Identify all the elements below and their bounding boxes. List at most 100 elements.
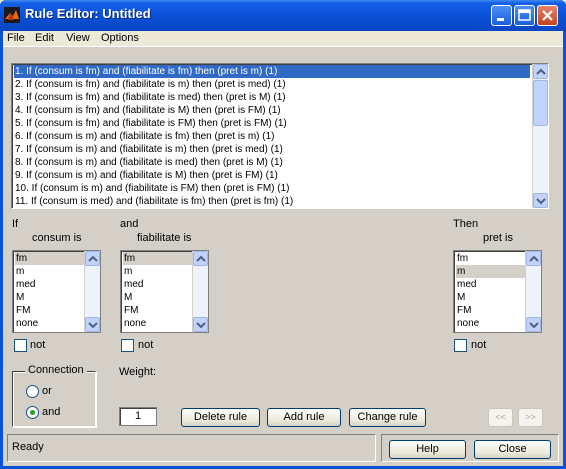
scroll-thumb[interactable] [533, 80, 548, 126]
chevron-down-icon [88, 322, 98, 329]
scroll-down-button[interactable] [85, 317, 100, 332]
list-item[interactable]: M [123, 291, 193, 304]
list-item[interactable]: m [15, 265, 85, 278]
weight-label: Weight: [119, 366, 157, 378]
chevron-down-icon [529, 322, 539, 329]
and-radio[interactable] [26, 406, 39, 419]
status-bar: Ready [7, 434, 376, 462]
close-window-button[interactable] [537, 5, 558, 26]
scroll-down-button[interactable] [526, 317, 541, 332]
scroll-up-button[interactable] [533, 64, 548, 79]
list-item[interactable]: none [123, 317, 193, 330]
fiabilitate-scrollbar[interactable] [192, 251, 208, 332]
and-label: and [120, 218, 139, 230]
menu-options[interactable]: Options [101, 32, 139, 44]
rules-scrollbar[interactable] [532, 64, 548, 208]
list-item[interactable]: m [456, 265, 526, 278]
rule-item[interactable]: 9. If (consum is m) and (fiabilitate is … [14, 169, 530, 182]
minimize-button[interactable] [491, 5, 512, 26]
maximize-icon [518, 9, 531, 21]
or-label: or [42, 385, 52, 397]
scroll-down-button[interactable] [533, 193, 548, 208]
list-item[interactable]: M [15, 291, 85, 304]
rule-item[interactable]: 3. If (consum is fm) and (fiabilitate is… [14, 91, 530, 104]
list-item[interactable]: med [456, 278, 526, 291]
rule-item[interactable]: 6. If (consum is m) and (fiabilitate is … [14, 130, 530, 143]
chevron-down-icon [196, 322, 206, 329]
previous-button[interactable]: << [488, 408, 513, 427]
then-label: Then [453, 218, 479, 230]
rule-item[interactable]: 8. If (consum is m) and (fiabilitate is … [14, 156, 530, 169]
menu-file[interactable]: File [7, 32, 25, 44]
pret-scrollbar[interactable] [525, 251, 541, 332]
dialog-buttons-area: Help Close [381, 434, 559, 462]
fiabilitate-not-checkbox[interactable] [121, 339, 134, 352]
pret-not-checkbox[interactable] [454, 339, 467, 352]
rule-editor-window: Rule Editor: Untitled File Edit View Opt… [0, 0, 566, 469]
rule-item[interactable]: 5. If (consum is fm) and (fiabilitate is… [14, 117, 530, 130]
close-button[interactable]: Close [474, 440, 551, 459]
close-icon [542, 10, 553, 21]
consum-not-checkbox[interactable] [14, 339, 27, 352]
rule-item[interactable]: 10. If (consum is m) and (fiabilitate is… [14, 182, 530, 195]
scroll-up-button[interactable] [526, 251, 541, 266]
scroll-down-button[interactable] [193, 317, 208, 332]
consum-listbox[interactable]: fm m med M FM none [12, 250, 101, 333]
list-item[interactable]: fm [123, 252, 193, 265]
list-item[interactable]: fm [15, 252, 85, 265]
rule-item[interactable]: 1. If (consum is fm) and (fiabilitate is… [14, 65, 530, 78]
scroll-up-button[interactable] [193, 251, 208, 266]
rules-list[interactable]: 1. If (consum is fm) and (fiabilitate is… [11, 63, 549, 209]
list-item[interactable]: none [456, 317, 526, 330]
list-item[interactable]: fm [456, 252, 526, 265]
fiabilitate-label: fiabilitate is [137, 232, 192, 244]
chevron-up-icon [196, 255, 206, 262]
list-item[interactable]: FM [123, 304, 193, 317]
help-button[interactable]: Help [389, 440, 466, 459]
list-item[interactable]: m [123, 265, 193, 278]
connection-title: Connection [25, 364, 87, 376]
consum-scrollbar[interactable] [84, 251, 100, 332]
connection-group: Connection or and [12, 364, 96, 427]
status-text: Ready [12, 441, 44, 453]
weight-input[interactable]: 1 [119, 407, 157, 426]
pret-label: pret is [483, 232, 513, 244]
client-area: File Edit View Options 1. If (consum is … [3, 31, 563, 466]
list-item[interactable]: med [123, 278, 193, 291]
or-radio[interactable] [26, 385, 39, 398]
menu-edit[interactable]: Edit [35, 32, 54, 44]
matlab-icon [4, 7, 20, 23]
delete-rule-button[interactable]: Delete rule [181, 408, 260, 427]
add-rule-button[interactable]: Add rule [267, 408, 341, 427]
chevron-up-icon [536, 68, 546, 75]
fiabilitate-listbox[interactable]: fm m med M FM none [120, 250, 209, 333]
radio-selected-dot [30, 410, 35, 415]
consum-not-label: not [30, 339, 46, 351]
maximize-button[interactable] [514, 5, 535, 26]
change-rule-button[interactable]: Change rule [349, 408, 426, 427]
rule-item[interactable]: 4. If (consum is fm) and (fiabilitate is… [14, 104, 530, 117]
list-item[interactable]: FM [15, 304, 85, 317]
menu-view[interactable]: View [66, 32, 90, 44]
minimize-icon [497, 18, 504, 21]
list-item[interactable]: med [15, 278, 85, 291]
rule-item[interactable]: 2. If (consum is fm) and (fiabilitate is… [14, 78, 530, 91]
rule-item[interactable]: 7. If (consum is m) and (fiabilitate is … [14, 143, 530, 156]
list-item[interactable]: FM [456, 304, 526, 317]
next-button[interactable]: >> [518, 408, 543, 427]
scroll-up-button[interactable] [85, 251, 100, 266]
chevron-up-icon [529, 255, 539, 262]
list-item[interactable]: M [456, 291, 526, 304]
fiabilitate-not-label: not [138, 339, 154, 351]
rule-item[interactable]: 11. If (consum is med) and (fiabilitate … [14, 195, 530, 208]
chevron-down-icon [536, 198, 546, 205]
and-radio-label: and [42, 406, 61, 418]
if-label: If [12, 218, 19, 230]
title-bar[interactable]: Rule Editor: Untitled [0, 0, 566, 31]
consum-label: consum is [32, 232, 82, 244]
chevron-up-icon [88, 255, 98, 262]
pret-listbox[interactable]: fm m med M FM none [453, 250, 542, 333]
menu-bar: File Edit View Options [3, 31, 563, 47]
window-title: Rule Editor: Untitled [25, 6, 151, 21]
list-item[interactable]: none [15, 317, 85, 330]
